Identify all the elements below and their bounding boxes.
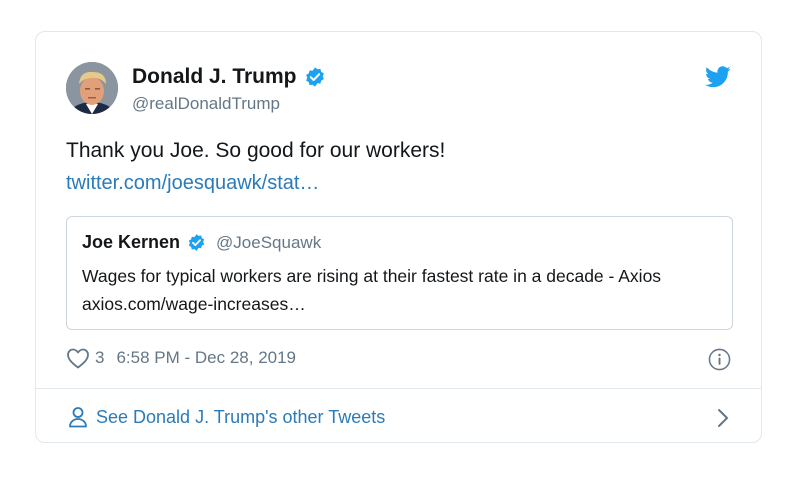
twitter-bird-icon[interactable]: [705, 66, 731, 93]
tweet-meta: 3 6:58 PM - Dec 28, 2019: [66, 347, 296, 369]
verified-badge-icon: [187, 233, 206, 252]
quoted-author-name[interactable]: Joe Kernen: [82, 232, 180, 253]
verified-badge-icon: [304, 66, 326, 88]
avatar[interactable]: [66, 62, 118, 114]
quoted-author-handle[interactable]: @JoeSquawk: [216, 233, 321, 253]
chevron-right-icon[interactable]: [717, 408, 729, 433]
info-icon[interactable]: [708, 348, 731, 376]
tweet-card: Donald J. Trump @realDonaldTrump Thank y…: [35, 31, 762, 443]
author-handle[interactable]: @realDonaldTrump: [132, 94, 280, 114]
author-name-text[interactable]: Donald J. Trump: [132, 65, 297, 89]
tweet-text: Thank you Joe. So good for our workers!: [66, 139, 446, 162]
tweet-link[interactable]: twitter.com/joesquawk/stat…: [66, 172, 319, 195]
timestamp[interactable]: 6:58 PM - Dec 28, 2019: [116, 348, 296, 368]
heart-icon[interactable]: [66, 347, 90, 369]
quoted-tweet[interactable]: Joe Kernen @JoeSquawk Wages for typical …: [66, 216, 733, 330]
quoted-tweet-text: Wages for typical workers are rising at …: [82, 266, 662, 314]
person-icon: [68, 406, 88, 428]
author-name[interactable]: Donald J. Trump: [132, 65, 326, 89]
like-count[interactable]: 3: [95, 348, 104, 368]
quoted-tweet-header: Joe Kernen @JoeSquawk: [82, 232, 321, 253]
other-tweets-label[interactable]: See Donald J. Trump's other Tweets: [96, 407, 385, 428]
other-tweets-link[interactable]: See Donald J. Trump's other Tweets: [68, 406, 385, 428]
divider: [36, 388, 761, 389]
